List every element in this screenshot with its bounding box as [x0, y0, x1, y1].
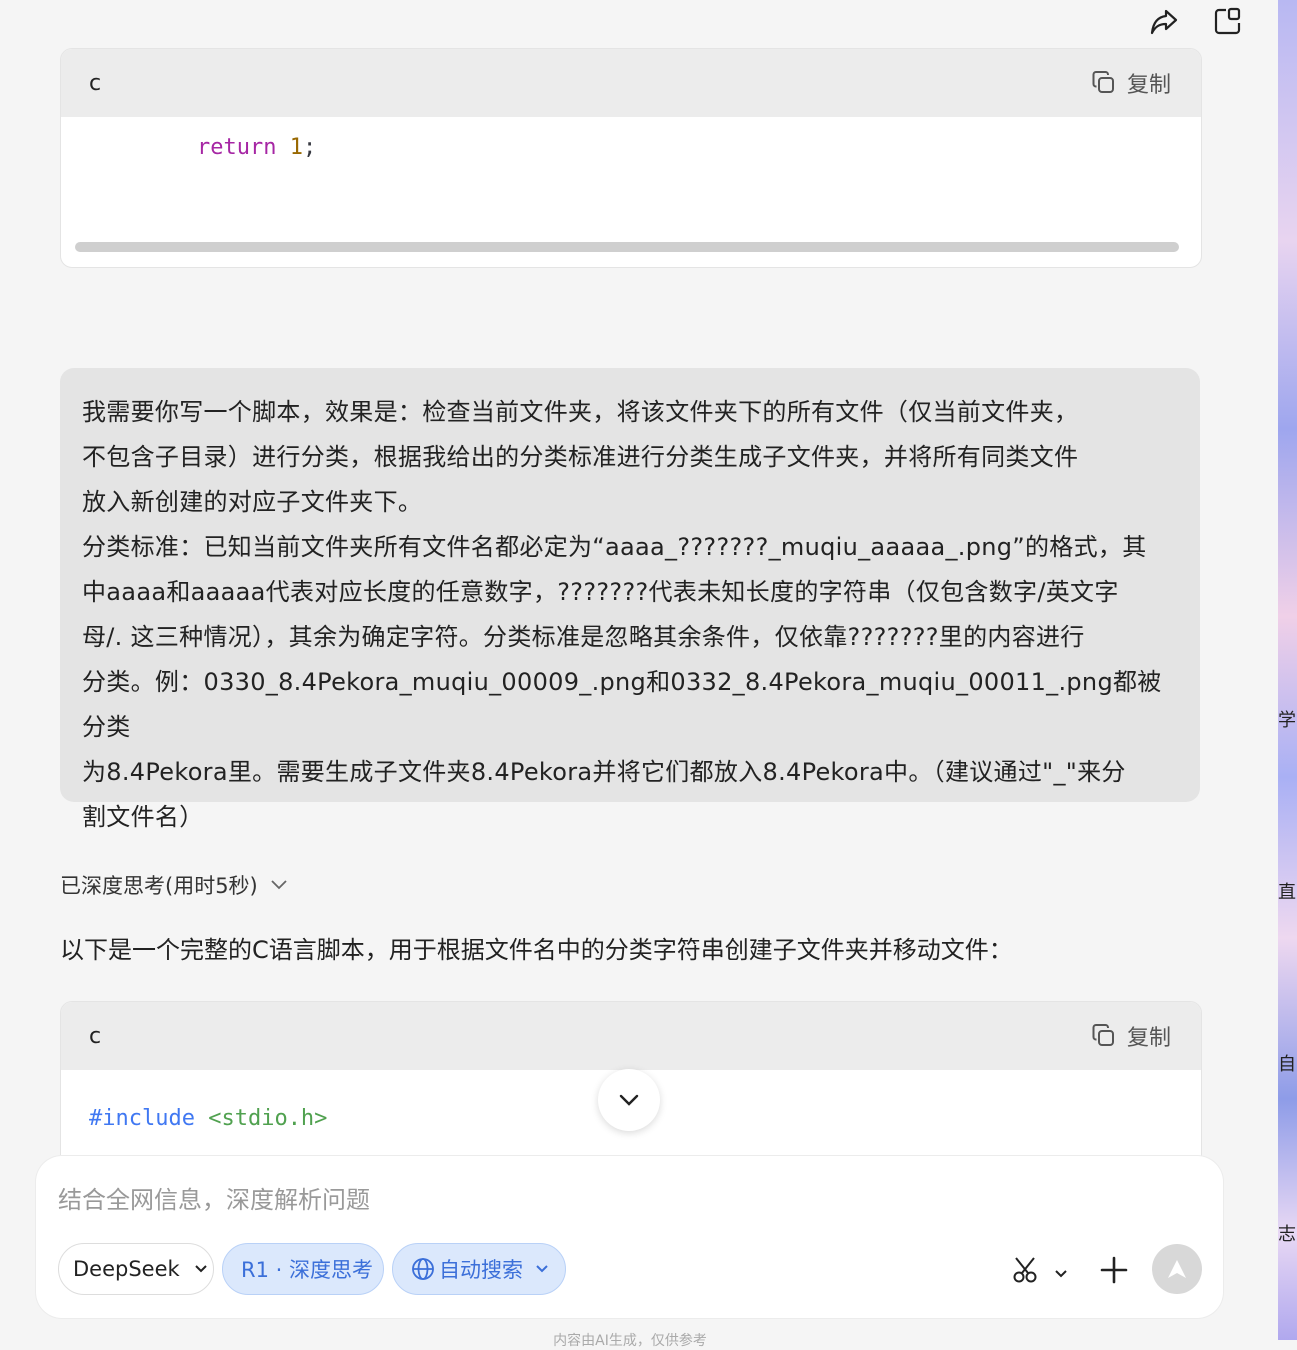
code-content: return 1; [61, 117, 1201, 160]
share-icon[interactable] [1148, 5, 1180, 37]
message-line: 我需要你写一个脚本，效果是：检查当前文件夹，将该文件夹下的所有文件（仅当前文件夹… [82, 398, 1079, 426]
copy-label: 复制 [1126, 73, 1171, 98]
scissors-menu-chevron[interactable] [1054, 1264, 1068, 1283]
horizontal-scrollbar[interactable] [75, 242, 1179, 252]
message-line: 割文件名） [82, 803, 204, 831]
chevron-down-icon [536, 1265, 548, 1273]
message-line: 分类。例：0330_8.4Pekora_muqiu_00009_.png和033… [82, 668, 1162, 741]
copy-label: 复制 [1126, 1026, 1171, 1051]
model-selector[interactable]: DeepSeek [58, 1243, 214, 1295]
code-block: c 复制 return 1; [60, 48, 1202, 268]
chevron-down-icon [271, 880, 287, 890]
chevron-down-icon [194, 1265, 207, 1273]
ai-disclaimer: 内容由AI生成，仅供参考 [553, 1333, 707, 1349]
model-label: DeepSeek [73, 1257, 180, 1281]
code-header: c 复制 [61, 1002, 1201, 1070]
copy-icon [1092, 71, 1114, 93]
code-header: c 复制 [61, 49, 1201, 117]
attach-button[interactable] [1100, 1256, 1128, 1288]
chevron-down-icon [619, 1094, 639, 1106]
message-line: 分类标准：已知当前文件夹所有文件名都必定为“aaaa_???????_muqiu… [82, 533, 1147, 561]
code-language: c [89, 1023, 102, 1049]
answer-text: 以下是一个完整的C语言脚本，用于根据文件名中的分类字符串创建子文件夹并移动文件： [60, 936, 1013, 964]
wallpaper-text: 直 [1278, 882, 1296, 903]
deep-think-label: R1 · 深度思考 [241, 1258, 373, 1282]
auto-search-toggle[interactable]: 自动搜索 [392, 1243, 566, 1295]
new-chat-icon[interactable] [1212, 5, 1244, 37]
code-keyword: return [197, 135, 277, 160]
message-line: 不包含子目录）进行分类，根据我给出的分类标准进行分类生成子文件夹，并将所有同类文… [82, 443, 1079, 471]
message-line: 为8.4Pekora里。需要生成子文件夹8.4Pekora并将它们都放入8.4P… [82, 758, 1126, 786]
scissors-tool-button[interactable] [1012, 1256, 1042, 1288]
code-directive: #include [89, 1106, 195, 1131]
thinking-label: 已深度思考(用时5秒) [60, 874, 258, 898]
auto-search-label: 自动搜索 [439, 1258, 523, 1282]
message-line: 母/. 这三种情况），其余为确定字符。分类标准是忽略其余条件，仅依靠??????… [82, 623, 1085, 651]
message-composer: 结合全网信息，深度解析问题 DeepSeek R1 · 深度思考 自动搜索 [36, 1156, 1223, 1318]
user-message: 我需要你写一个脚本，效果是：检查当前文件夹，将该文件夹下的所有文件（仅当前文件夹… [60, 368, 1200, 831]
scissors-icon [1013, 1257, 1037, 1283]
message-line: 放入新创建的对应子文件夹下。 [82, 488, 423, 516]
wallpaper-text: 学 [1278, 710, 1296, 731]
scroll-to-bottom-button[interactable] [598, 1069, 660, 1131]
chat-input[interactable]: 结合全网信息，深度解析问题 [58, 1180, 370, 1215]
thinking-toggle[interactable]: 已深度思考(用时5秒) [60, 870, 288, 900]
copy-icon [1092, 1024, 1114, 1046]
wallpaper-text: 自 [1278, 1054, 1296, 1075]
code-number: 1 [289, 135, 303, 160]
code-punct: ; [302, 135, 317, 160]
code-header-file: <stdio.h> [208, 1106, 328, 1131]
copy-button[interactable]: 复制 [1091, 67, 1171, 99]
message-line: 中aaaa和aaaaa代表对应长度的任意数字，???????代表未知长度的字符串… [82, 578, 1119, 606]
plus-icon [1100, 1256, 1128, 1284]
desktop-wallpaper-strip: 学 直 自 志 [1278, 0, 1297, 1340]
wallpaper-text: 志 [1278, 1224, 1296, 1245]
chevron-down-icon [1055, 1270, 1067, 1278]
deep-think-toggle[interactable]: R1 · 深度思考 [222, 1243, 384, 1295]
code-language: c [89, 70, 102, 96]
globe-icon [412, 1258, 434, 1280]
send-button[interactable] [1152, 1244, 1202, 1294]
send-arrow-icon [1168, 1260, 1186, 1278]
copy-button[interactable]: 复制 [1091, 1020, 1171, 1052]
